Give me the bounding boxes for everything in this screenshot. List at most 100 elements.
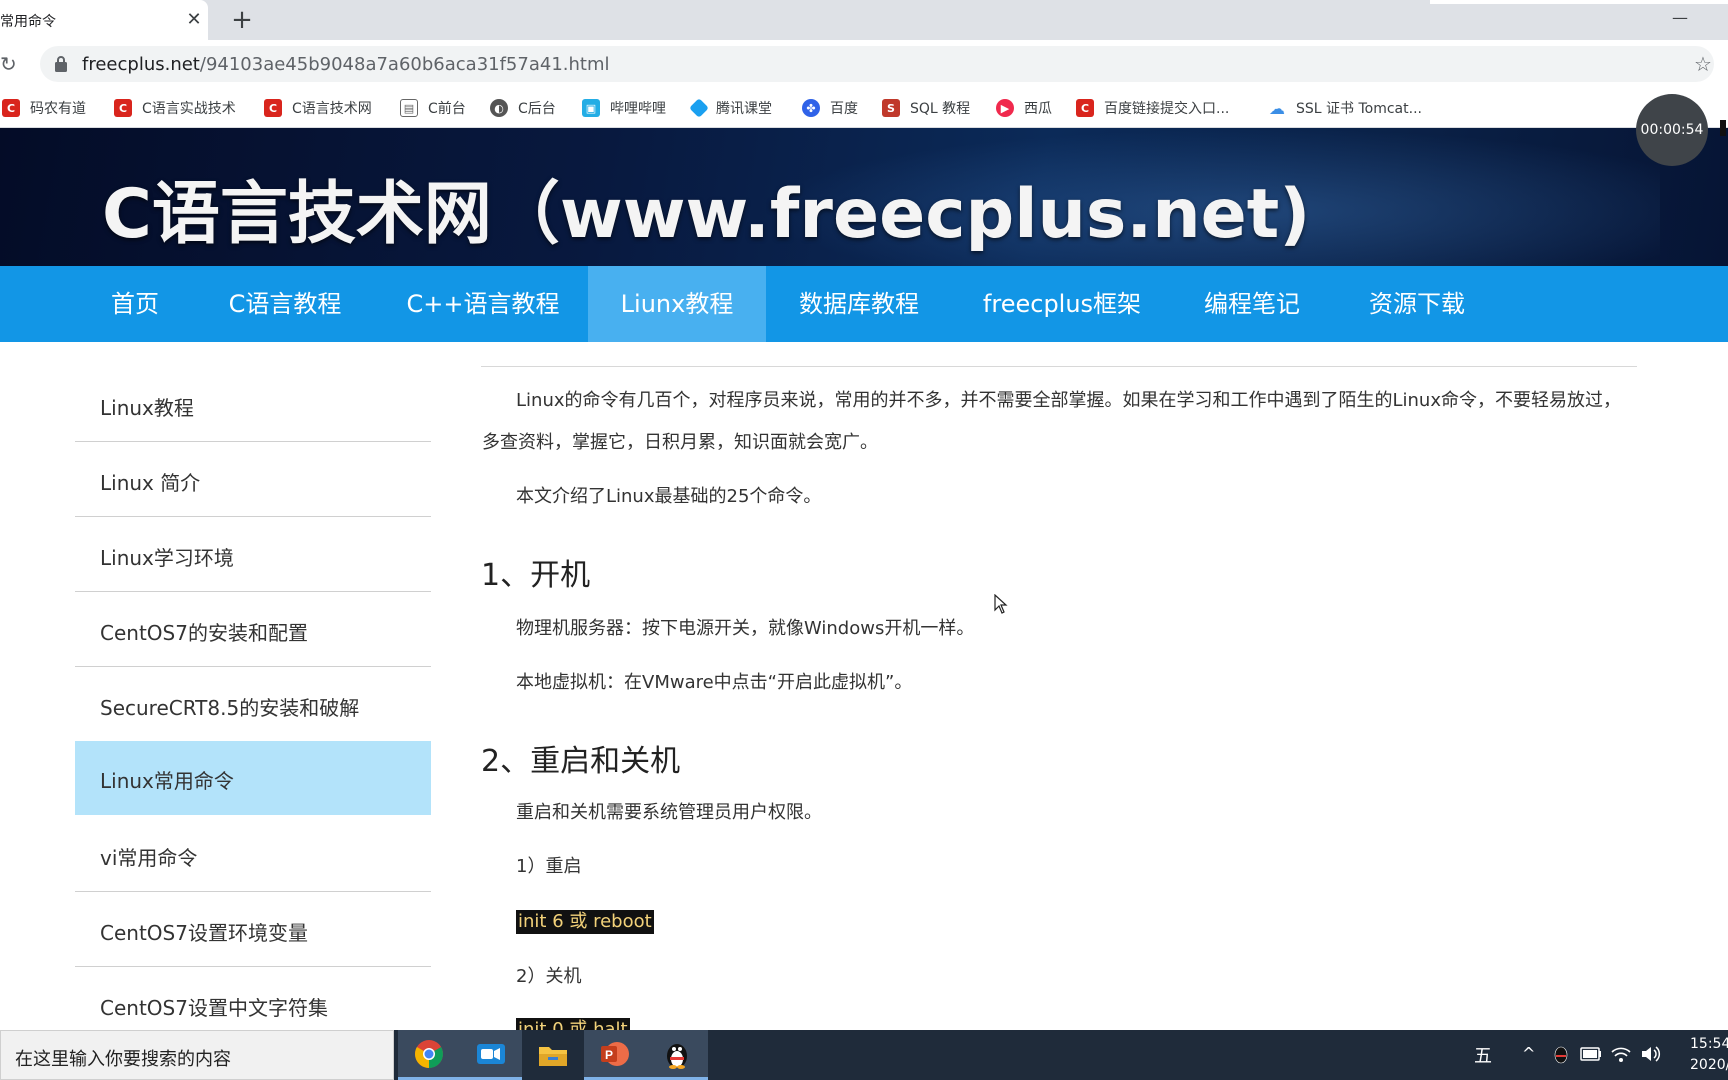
- minimize-icon[interactable]: —: [1668, 8, 1692, 28]
- xigua-icon: ▶: [996, 99, 1014, 117]
- file-explorer-icon: [539, 1047, 567, 1066]
- new-tab-icon[interactable]: +: [228, 6, 256, 34]
- subheading-shutdown: 2）关机: [516, 966, 582, 987]
- recording-timer[interactable]: 00:00:54: [1636, 94, 1708, 166]
- bookmark-label: 西瓜: [1024, 101, 1052, 117]
- battery-icon[interactable]: [1580, 1047, 1602, 1061]
- taskbar-search-placeholder: 在这里输入你要搜索的内容: [15, 1049, 231, 1070]
- taskbar-clock[interactable]: 15:54 2020/5: [1690, 1034, 1728, 1076]
- bookmark-item[interactable]: ✤ 百度: [802, 96, 858, 120]
- physical-server-text: 物理机服务器：按下电源开关，就像Windows开机一样。: [516, 618, 975, 639]
- nav-home[interactable]: 首页: [90, 266, 180, 342]
- clock-time: 15:54: [1690, 1036, 1728, 1052]
- lock-icon[interactable]: [54, 55, 68, 73]
- sidebar-item-centos-install[interactable]: CentOS7的安装和配置: [75, 593, 431, 667]
- bookmark-label: C语言技术网: [292, 101, 372, 117]
- url-path: /94103ae45b9048a7a60b6aca31f57a41.html: [199, 54, 610, 75]
- bookmark-item[interactable]: ▤ C前台: [400, 96, 466, 120]
- sidebar-item-securecrt[interactable]: SecureCRT8.5的安装和破解: [75, 668, 431, 742]
- intro-paragraph: Linux的命令有几百个，对程序员来说，常用的并不多，并不需要全部掌握。如果在学…: [482, 390, 1621, 453]
- tab-strip: 常用命令 ✕ + —: [0, 0, 1728, 40]
- c-brand-icon: C: [264, 99, 282, 117]
- browser-tab[interactable]: 常用命令 ✕: [0, 0, 208, 40]
- sidebar-item-learning-env[interactable]: Linux学习环境: [75, 518, 431, 592]
- sql-icon: S: [882, 99, 900, 117]
- bookmark-label: 腾讯课堂: [716, 101, 772, 117]
- subheading-reboot: 1）重启: [516, 856, 582, 877]
- bilibili-icon: ▣: [582, 99, 600, 117]
- nav-database-tutorial[interactable]: 数据库教程: [786, 266, 932, 342]
- url-text[interactable]: freecplus.net/94103ae45b9048a7a60b6aca31…: [82, 54, 610, 75]
- sidebar-item-label: CentOS7设置中文字符集: [100, 996, 328, 1020]
- ime-indicator[interactable]: 五: [1474, 1042, 1492, 1068]
- sidebar-item-linux-tutorial[interactable]: Linux教程: [75, 368, 431, 442]
- c-brand-icon: C: [114, 99, 132, 117]
- svg-text:P: P: [605, 1048, 613, 1062]
- recording-handle[interactable]: [1720, 120, 1726, 136]
- taskbar-search-box[interactable]: 在这里输入你要搜索的内容: [0, 1030, 394, 1080]
- bookmark-item[interactable]: C C语言技术网: [264, 96, 372, 120]
- code-reboot[interactable]: init 6 或 reboot: [516, 910, 654, 934]
- c-brand-icon: C: [1076, 99, 1094, 117]
- taskbar-app[interactable]: [460, 1030, 522, 1080]
- taskbar-app[interactable]: [398, 1030, 460, 1080]
- nav-c-tutorial[interactable]: C语言教程: [218, 266, 352, 342]
- taskbar-app[interactable]: [646, 1030, 708, 1080]
- bookmark-item[interactable]: S SQL 教程: [882, 96, 970, 120]
- bookmark-item[interactable]: ◐ C后台: [490, 96, 556, 120]
- mouse-cursor-icon: [994, 594, 1008, 614]
- content-divider: [481, 366, 1637, 367]
- video-recorder-icon: [477, 1043, 505, 1064]
- bookmark-item[interactable]: ▶ 西瓜: [996, 96, 1052, 120]
- sidebar-item-label: CentOS7设置环境变量: [100, 921, 308, 945]
- intro-summary: 本文介绍了Linux最基础的25个命令。: [516, 486, 822, 507]
- baidu-paw-icon: ✤: [802, 99, 820, 117]
- sidebar-item-label: Linux教程: [100, 396, 194, 420]
- chrome-icon: [415, 1039, 443, 1068]
- close-tab-icon[interactable]: ✕: [184, 10, 204, 30]
- sidebar-item-linux-commands[interactable]: Linux常用命令: [75, 741, 431, 815]
- volume-icon[interactable]: [1640, 1044, 1662, 1064]
- taskbar-app[interactable]: [522, 1030, 584, 1080]
- powerpoint-icon: P: [601, 1041, 629, 1066]
- globe-icon: ◐: [490, 99, 508, 117]
- bookmark-label: C语言实战技术: [142, 101, 236, 117]
- bookmark-star-icon[interactable]: ☆: [1694, 52, 1712, 76]
- document-icon: ▤: [400, 99, 418, 117]
- bookmark-item[interactable]: 腾讯课堂: [689, 96, 772, 120]
- bookmark-item[interactable]: ▣ 哔哩哔哩: [582, 96, 666, 120]
- nav-cpp-tutorial[interactable]: C++语言教程: [398, 266, 568, 342]
- window-edge: [1430, 0, 1728, 4]
- sidebar-item-label: Linux 简介: [100, 471, 201, 495]
- site-banner: C语言技术网（www.freecplus.net): [0, 128, 1728, 266]
- nav-linux-tutorial[interactable]: Liunx教程: [588, 266, 766, 342]
- bookmark-label: 百度链接提交入口...: [1104, 101, 1230, 117]
- tray-chevron-icon[interactable]: ^: [1522, 1044, 1535, 1063]
- reload-icon[interactable]: ↻: [0, 52, 24, 76]
- wifi-icon[interactable]: [1610, 1044, 1632, 1064]
- nav-resource-download[interactable]: 资源下载: [1360, 266, 1474, 342]
- taskbar-app[interactable]: P: [584, 1030, 646, 1080]
- sidebar-item-label: CentOS7的安装和配置: [100, 621, 308, 645]
- bookmark-label: C前台: [428, 101, 466, 117]
- bookmark-label: 百度: [830, 101, 858, 117]
- bookmark-label: 哔哩哔哩: [610, 101, 666, 117]
- qq-tray-icon[interactable]: [1552, 1044, 1570, 1064]
- admin-permission-text: 重启和关机需要系统管理员用户权限。: [516, 802, 822, 823]
- bookmark-item[interactable]: C C语言实战技术: [114, 96, 236, 120]
- sidebar-item-env-vars[interactable]: CentOS7设置环境变量: [75, 893, 431, 967]
- c-brand-icon: C: [2, 99, 20, 117]
- bookmark-item[interactable]: C 百度链接提交入口...: [1076, 96, 1229, 120]
- sidebar-item-label: Linux学习环境: [100, 546, 234, 570]
- bookmark-item[interactable]: ☁ SSL 证书 Tomcat...: [1268, 96, 1422, 120]
- bookmark-item[interactable]: C 码农有道: [2, 96, 86, 120]
- sidebar-item-label: vi常用命令: [100, 846, 198, 870]
- tencent-class-icon: [689, 98, 709, 118]
- qq-penguin-icon: [667, 1043, 687, 1069]
- nav-freecplus-framework[interactable]: freecplus框架: [980, 266, 1144, 342]
- cloud-icon: ☁: [1268, 98, 1286, 118]
- screen: 常用命令 ✕ + — ↻ freecplus.net/94103ae45b904…: [0, 0, 1728, 1080]
- nav-programming-notes[interactable]: 编程笔记: [1192, 266, 1312, 342]
- sidebar-item-vi-commands[interactable]: vi常用命令: [75, 818, 431, 892]
- sidebar-item-linux-intro[interactable]: Linux 简介: [75, 443, 431, 517]
